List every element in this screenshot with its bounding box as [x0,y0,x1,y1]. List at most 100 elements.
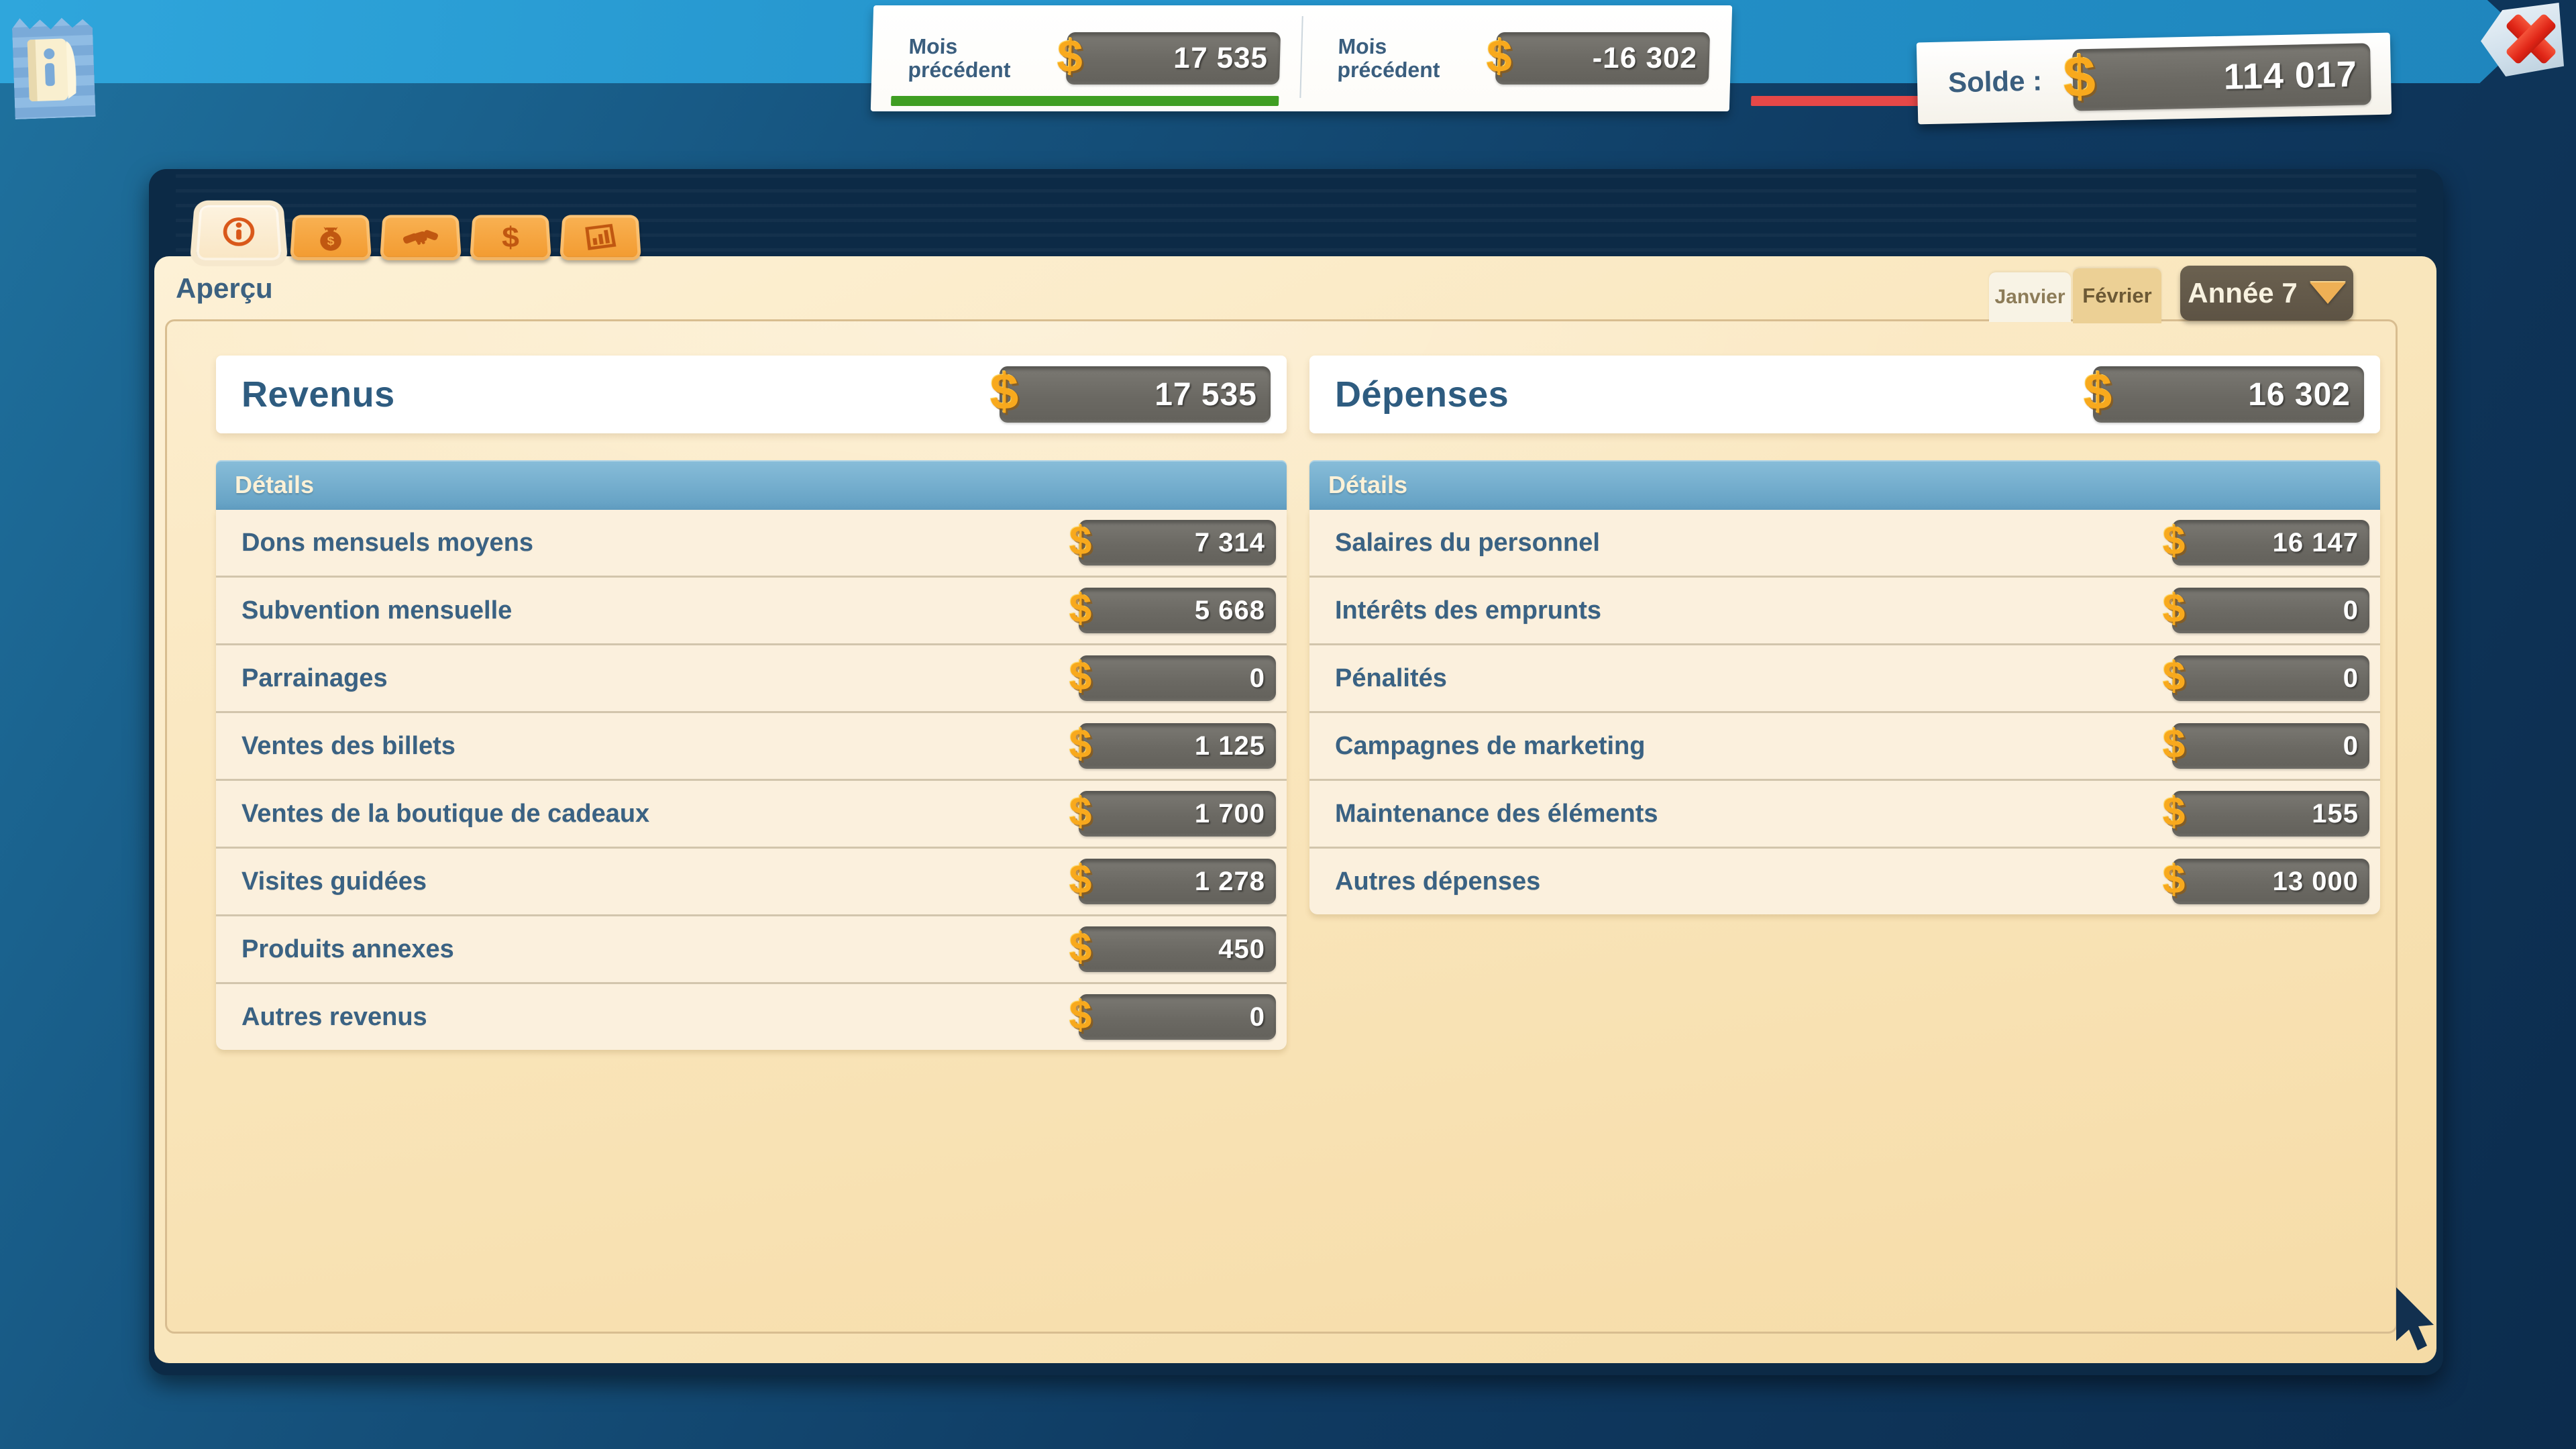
row-value: 0 [2343,596,2359,626]
dollar-icon: $ [1069,924,1091,971]
expenses-header-card: Dépenses $ 16 302 [1309,356,2380,433]
income-title: Revenus [241,374,395,415]
tab-bar: $ $ [196,199,641,260]
finances-journal-icon [11,15,95,119]
row-label: Produits annexes [241,935,454,964]
income-row: Produits annexes $ 450 [216,916,1287,982]
previous-month-banner: Mois précédent $ 17 535 Mois précédent $… [871,5,1732,111]
dollar-icon: $ [1069,518,1091,564]
amount-pill: $ 1 700 [1079,791,1276,837]
row-value: 0 [1250,663,1265,694]
journal-book-icon [21,32,86,108]
row-label: Salaires du personnel [1335,529,1600,557]
expense-row: Salaires du personnel $ 16 147 [1309,510,2380,576]
prev-income-value: 17 535 [1173,42,1269,75]
row-label: Parrainages [241,664,388,693]
tab-income[interactable]: $ [290,215,372,260]
dollar-icon: $ [1069,857,1091,903]
month-tab-janvier[interactable]: Janvier [1989,272,2071,322]
dollar-icon: $ [1069,586,1091,632]
dollar-icon: $ [2163,518,2185,564]
row-label: Pénalités [1335,664,1447,693]
dollar-icon: $ [2084,363,2112,421]
row-value: 7 314 [1195,528,1265,558]
row-label: Ventes des billets [241,732,455,761]
balance-value: 114 017 [2223,54,2357,98]
dollar-icon: $ [2163,586,2185,632]
amount-pill: $ 5 668 [1079,588,1276,633]
amount-pill: $ 1 278 [1079,859,1276,904]
row-value: 0 [2343,731,2359,761]
balance-banner: Solde : $ 114 017 [1917,33,2392,125]
bar-chart-icon [582,221,619,254]
row-label: Intérêts des emprunts [1335,596,1601,625]
tab-deals[interactable] [380,215,462,260]
prev-expense-value: -16 302 [1592,42,1698,75]
handshake-icon [402,221,439,254]
close-icon [2505,17,2556,62]
dollar-icon: $ [1069,992,1091,1038]
dollar-icon: $ [1486,30,1513,83]
expenses-column: Dépenses $ 16 302 Détails Salaires du pe… [1309,356,2380,914]
amount-pill: $ 7 314 [1079,520,1276,566]
amount-pill: $ 17 535 [1000,366,1271,423]
finances-screen: Finances Mois précédent $ 17 535 Mois pr… [0,0,2576,1449]
tab-overview[interactable] [196,205,282,260]
income-details-header: Détails [216,460,1287,510]
year-dropdown[interactable]: Année 7 [2180,266,2353,321]
prev-month-expense: Mois précédent $ -16 302 [1300,5,1732,111]
row-label: Subvention mensuelle [241,596,512,625]
info-icon [220,215,258,249]
row-label: Dons mensuels moyens [241,529,533,557]
tab-stats[interactable] [559,215,641,260]
row-value: 0 [2343,663,2359,694]
dollar-icon: $ [1069,789,1091,835]
amount-pill: $ 16 147 [2172,520,2369,566]
row-value: 155 [2312,799,2359,829]
mouse-cursor [2388,1285,2446,1360]
income-row: Ventes de la boutique de cadeaux $ 1 700 [216,781,1287,847]
balance-label: Solde : [1948,65,2043,99]
expense-row: Autres dépenses $ 13 000 [1309,849,2380,914]
amount-pill: $ 0 [1079,994,1276,1040]
dollar-icon: $ [2163,789,2185,835]
income-rows: Dons mensuels moyens $ 7 314 Subvention … [216,510,1287,1050]
row-value: 1 700 [1195,799,1265,829]
dollar-icon: $ [2063,44,2096,111]
expenses-details-header: Détails [1309,460,2380,510]
expenses-total: 16 302 [2248,376,2351,413]
row-value: 450 [1218,934,1265,965]
row-label: Ventes de la boutique de cadeaux [241,800,649,828]
amount-pill: $ 450 [1079,926,1276,972]
dollar-icon: $ [492,221,529,254]
expenses-rows: Salaires du personnel $ 16 147 Intérêts … [1309,510,2380,914]
income-row: Ventes des billets $ 1 125 [216,713,1287,779]
dollar-icon: $ [1069,653,1091,700]
svg-text:$: $ [502,221,519,254]
dollar-icon: $ [990,363,1018,421]
amount-pill: $ 0 [1079,655,1276,701]
money-bag-icon: $ [312,221,349,254]
tab-money[interactable]: $ [470,215,551,260]
row-value: 16 147 [2273,528,2359,558]
expense-row: Intérêts des emprunts $ 0 [1309,578,2380,643]
section-title: Aperçu [176,272,273,305]
month-tab-label: Janvier [1994,286,2065,309]
income-underline [891,96,1279,106]
amount-pill: $ 16 302 [2093,366,2364,423]
row-label: Autres revenus [241,1003,427,1032]
prev-expense-label: Mois précédent [1337,35,1493,82]
amount-pill: $ 155 [2172,791,2369,837]
prev-month-income: Mois précédent $ 17 535 [871,5,1303,111]
dollar-icon: $ [2163,721,2185,767]
expense-row: Maintenance des éléments $ 155 [1309,781,2380,847]
svg-text:$: $ [327,235,335,248]
expense-row: Pénalités $ 0 [1309,645,2380,711]
expense-row: Campagnes de marketing $ 0 [1309,713,2380,779]
row-value: 0 [1250,1002,1265,1032]
month-tab-label: Février [2082,284,2151,308]
amount-pill: $ -16 302 [1495,32,1710,85]
month-tab-fevrier[interactable]: Février [2073,268,2161,323]
income-row: Visites guidées $ 1 278 [216,849,1287,914]
row-value: 13 000 [2273,867,2359,897]
